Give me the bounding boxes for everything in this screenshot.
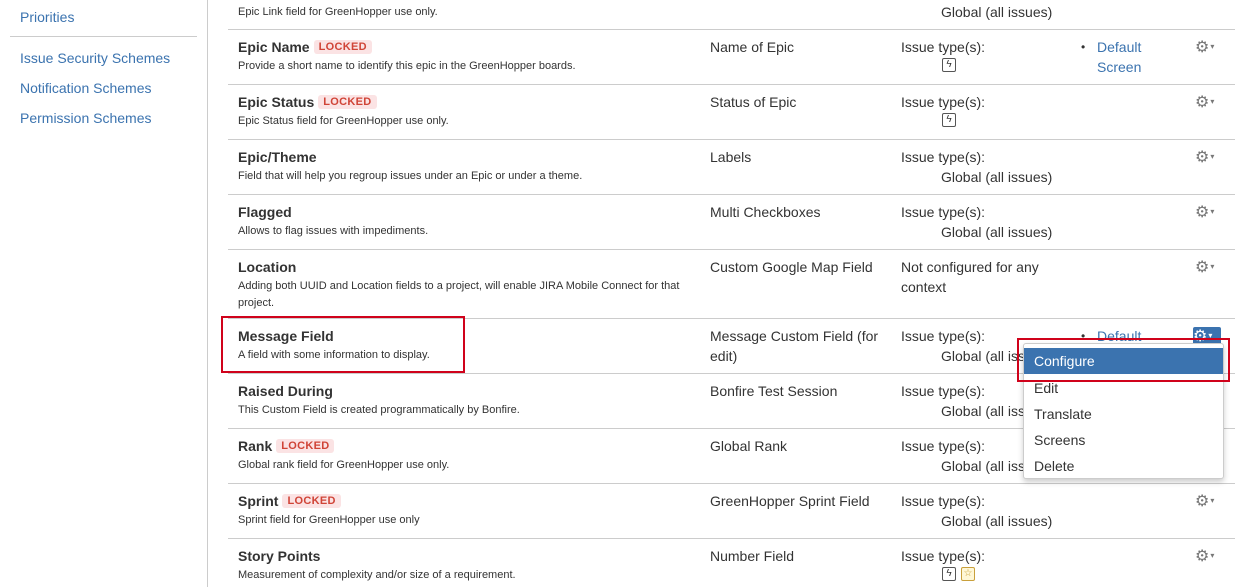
table-row-epic-theme: Epic/Theme Field that will help you regr… <box>228 140 1235 195</box>
field-name: Epic Status LOCKED <box>238 94 377 110</box>
sidebar-item-notification-schemes[interactable]: Notification Schemes <box>20 80 152 96</box>
chevron-down-icon: ▾ <box>1210 262 1215 271</box>
field-type: Status of Epic <box>710 94 797 110</box>
gear-menu-button[interactable]: ⚙▾ <box>1195 258 1223 276</box>
field-context-value: Global (all issues) <box>941 513 1053 529</box>
field-description: Field that will help you regroup issues … <box>238 170 583 182</box>
field-name: Raised During <box>238 383 333 399</box>
table-row-flagged: Flagged Allows to flag issues with imped… <box>228 195 1235 250</box>
chevron-down-icon: ▾ <box>1210 551 1215 560</box>
field-description: Measurement of complexity and/or size of… <box>238 569 516 581</box>
chevron-down-icon: ▾ <box>1210 152 1215 161</box>
chevron-down-icon: ▾ <box>1210 97 1215 106</box>
field-type: Multi Checkboxes <box>710 204 821 220</box>
locked-lozenge: LOCKED <box>313 40 372 54</box>
field-context-label: Issue type(s): <box>901 204 986 220</box>
sidebar-item-issue-security-schemes[interactable]: Issue Security Schemes <box>20 50 170 66</box>
locked-lozenge: LOCKED <box>282 494 341 508</box>
screen-link-default-screen[interactable]: Default Screen <box>1097 37 1167 77</box>
field-name: Story Points <box>238 548 321 564</box>
field-description: Epic Status field for GreenHopper use on… <box>238 115 449 127</box>
sidebar-item-priorities[interactable]: Priorities <box>20 9 74 25</box>
chevron-down-icon: ▾ <box>1210 207 1215 216</box>
highlight-box-message-field <box>221 316 465 373</box>
epic-issue-type-icon: ϟ <box>942 567 956 581</box>
table-row-epic-status: Epic Status LOCKED Epic Status field for … <box>228 85 1235 140</box>
field-context-value: Global (all issues) <box>941 224 1053 240</box>
table-row-epic-name: Epic Name LOCKED Provide a short name to … <box>228 30 1235 85</box>
epic-issue-type-icon: ϟ <box>942 113 956 127</box>
field-context-label: Issue type(s): <box>901 94 986 110</box>
field-type: Number Field <box>710 548 795 564</box>
field-type: GreenHopper Sprint Field <box>710 493 870 509</box>
field-context-label: Issue type(s): <box>901 149 986 165</box>
locked-lozenge: LOCKED <box>276 439 335 453</box>
sidebar-item-permission-schemes[interactable]: Permission Schemes <box>20 110 152 126</box>
field-description: This Custom Field is created programmati… <box>238 404 520 416</box>
field-context-label: Issue type(s): <box>901 493 986 509</box>
field-name: Rank LOCKED <box>238 438 335 454</box>
admin-sidebar: Priorities Issue Security Schemes Notifi… <box>0 0 208 587</box>
gear-icon: ⚙ <box>1195 204 1210 221</box>
gear-icon: ⚙ <box>1195 259 1210 276</box>
gear-icon: ⚙ <box>1195 94 1210 111</box>
field-type: Bonfire Test Session <box>710 383 838 399</box>
bullet-icon: • <box>1081 40 1086 54</box>
field-context-label: Issue type(s): <box>901 39 986 55</box>
table-row-location: Location Adding both UUID and Location f… <box>228 250 1235 319</box>
field-type: Global Rank <box>710 438 788 454</box>
field-name: Location <box>238 259 297 275</box>
field-name: Flagged <box>238 204 292 220</box>
field-context-value: Not configured for any context <box>901 259 1039 295</box>
chevron-down-icon: ▾ <box>1210 496 1215 505</box>
menu-item-screens[interactable]: Screens <box>1024 427 1223 453</box>
gear-icon: ⚙ <box>1195 149 1210 166</box>
field-name: Epic/Theme <box>238 149 317 165</box>
gear-menu-button[interactable]: ⚙▾ <box>1195 148 1223 166</box>
lightbulb-icon: ☆ <box>961 567 975 581</box>
menu-item-translate[interactable]: Translate <box>1024 401 1223 427</box>
table-row-epic-link: Epic Link field for GreenHopper use only… <box>228 0 1235 30</box>
locked-lozenge: LOCKED <box>318 95 377 109</box>
field-name: Epic Name LOCKED <box>238 39 372 55</box>
field-context-value: Global (all iss <box>941 403 1026 419</box>
gear-menu-button[interactable]: ⚙▾ <box>1195 203 1223 221</box>
highlight-box-configure <box>1017 338 1230 382</box>
field-context-label: Issue type(s): <box>901 328 986 344</box>
gear-menu-button[interactable]: ⚙▾ <box>1195 492 1223 510</box>
field-context-value: Global (all iss <box>941 458 1026 474</box>
field-description: Epic Link field for GreenHopper use only… <box>238 6 438 18</box>
epic-issue-type-icon: ϟ <box>942 58 956 72</box>
gear-menu-button[interactable]: ⚙▾ <box>1195 38 1223 56</box>
sidebar-divider <box>10 36 197 37</box>
chevron-down-icon: ▾ <box>1210 42 1215 51</box>
field-description: Sprint field for GreenHopper use only <box>238 514 420 526</box>
field-context-label: Issue type(s): <box>901 438 986 454</box>
table-row-sprint: Sprint LOCKED Sprint field for GreenHoppe… <box>228 484 1235 539</box>
field-context-label: Issue type(s): <box>901 383 986 399</box>
field-description: Adding both UUID and Location fields to … <box>238 280 680 309</box>
field-context-label: Issue type(s): <box>901 548 986 564</box>
field-context-value: Global (all issues) <box>941 169 1053 185</box>
field-type: Name of Epic <box>710 39 795 55</box>
field-name: Sprint LOCKED <box>238 493 341 509</box>
menu-item-delete[interactable]: Delete <box>1024 453 1223 479</box>
field-context-value: Global (all issues) <box>941 4 1053 20</box>
field-type: Custom Google Map Field <box>710 259 873 275</box>
field-description: Global rank field for GreenHopper use on… <box>238 459 450 471</box>
field-type: Labels <box>710 149 752 165</box>
field-type: Message Custom Field (for edit) <box>710 328 879 364</box>
table-row-story-points: Story Points Measurement of complexity a… <box>228 539 1235 587</box>
gear-icon: ⚙ <box>1195 548 1210 565</box>
field-description: Allows to flag issues with impediments. <box>238 225 429 237</box>
gear-menu-button[interactable]: ⚙▾ <box>1195 93 1223 111</box>
gear-icon: ⚙ <box>1195 39 1210 56</box>
gear-menu-button[interactable]: ⚙▾ <box>1195 547 1223 565</box>
gear-icon: ⚙ <box>1195 493 1210 510</box>
field-description: Provide a short name to identify this ep… <box>238 60 576 72</box>
